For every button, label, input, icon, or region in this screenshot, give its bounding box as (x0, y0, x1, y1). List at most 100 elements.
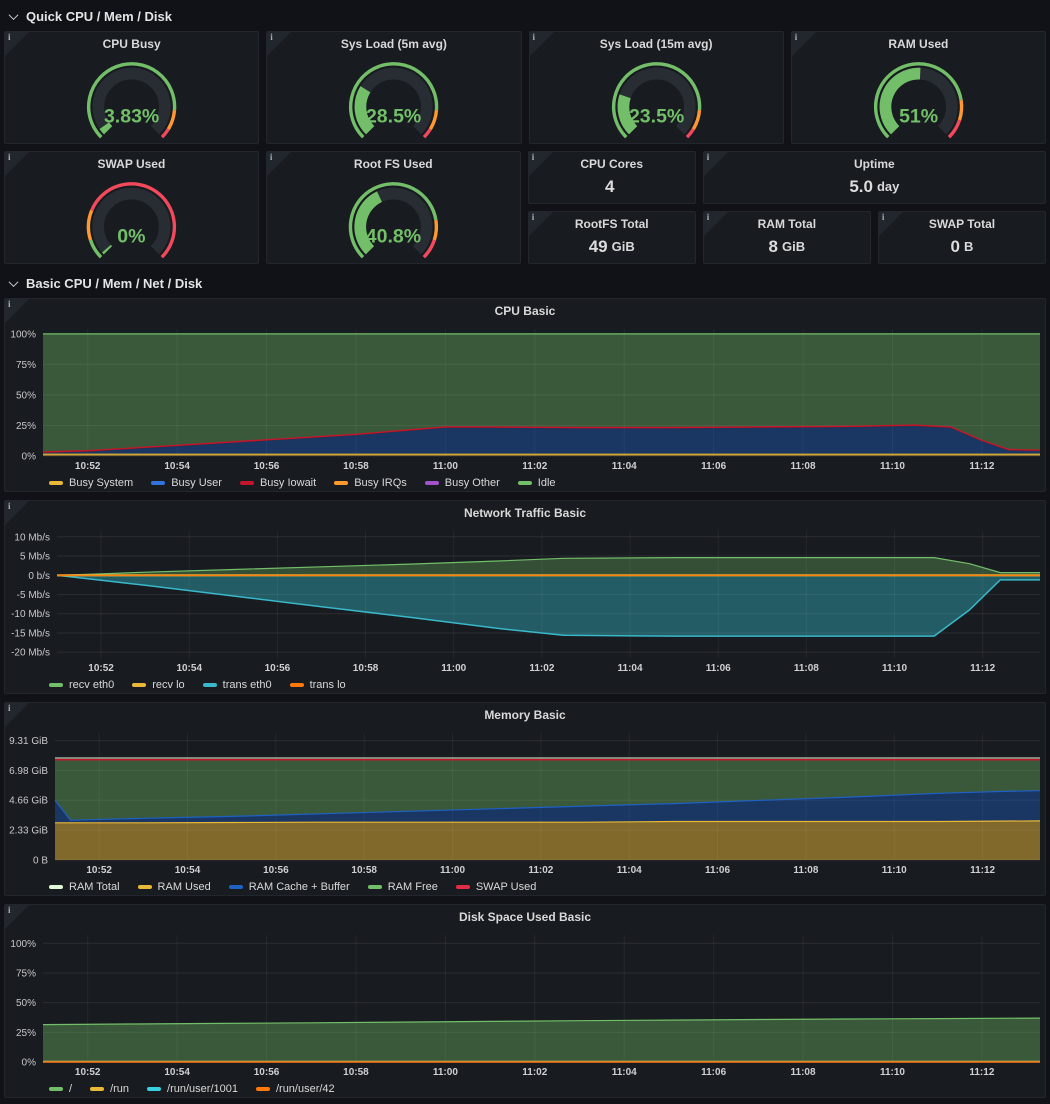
info-icon[interactable]: i (533, 32, 536, 42)
legend-item--run[interactable]: /run (90, 1083, 129, 1095)
panel-title[interactable]: RAM Total (704, 212, 870, 236)
panel-title[interactable]: CPU Basic (5, 299, 1045, 323)
network-traffic-chart[interactable]: 10 Mb/s5 Mb/s0 b/s-5 Mb/s-10 Mb/s-15 Mb/… (5, 525, 1045, 675)
x-axis-tick-label: 10:56 (254, 461, 280, 472)
legend-label: Busy Other (445, 477, 500, 489)
info-icon[interactable]: i (707, 212, 710, 222)
panel-title[interactable]: CPU Busy (5, 32, 258, 56)
y-axis-tick-label: 9.31 GiB (9, 736, 48, 747)
legend-item-ram-total[interactable]: RAM Total (49, 881, 120, 893)
x-axis-tick-label: 11:12 (969, 1067, 994, 1078)
x-axis-tick-label: 11:12 (970, 663, 995, 674)
series-area-ram-used (55, 821, 1040, 860)
panel-title[interactable]: Sys Load (15m avg) (530, 32, 783, 56)
info-icon[interactable]: i (8, 703, 11, 713)
legend-item-recv-lo[interactable]: recv lo (132, 679, 184, 691)
panel-title[interactable]: SWAP Total (879, 212, 1045, 236)
info-icon[interactable]: i (8, 905, 11, 915)
legend-swatch (49, 1087, 63, 1091)
panel-title[interactable]: Network Traffic Basic (5, 501, 1045, 525)
legend-item-ram-free[interactable]: RAM Free (368, 881, 438, 893)
panel-title[interactable]: RootFS Total (529, 212, 695, 236)
panel-swap-used: i SWAP Used 0% (4, 151, 259, 264)
info-icon[interactable]: i (795, 32, 798, 42)
section-header-quick[interactable]: Quick CPU / Mem / Disk (4, 4, 1046, 28)
panel-title[interactable]: RAM Used (792, 32, 1045, 56)
legend-item--run-user-1001[interactable]: /run/user/1001 (147, 1083, 238, 1095)
info-icon[interactable]: i (8, 501, 11, 511)
gauge-value-arc (106, 249, 107, 251)
info-icon[interactable]: i (270, 32, 273, 42)
legend-label: RAM Total (69, 881, 120, 893)
gauge-threshold-arc (88, 210, 91, 240)
x-axis-tick-label: 11:12 (969, 461, 994, 472)
x-axis-tick-label: 11:04 (612, 461, 637, 472)
info-icon[interactable]: i (532, 212, 535, 222)
panel-title[interactable]: CPU Cores (529, 152, 695, 176)
section-header-basic[interactable]: Basic CPU / Mem / Net / Disk (4, 271, 1046, 295)
series-area-- (43, 1018, 1040, 1062)
info-icon[interactable]: i (270, 152, 273, 162)
legend-swatch (49, 885, 63, 889)
info-icon[interactable]: i (8, 32, 11, 42)
info-icon[interactable]: i (707, 152, 710, 162)
section-title: Quick CPU / Mem / Disk (26, 9, 172, 24)
legend-item-busy-other[interactable]: Busy Other (425, 477, 500, 489)
legend-swatch (425, 481, 439, 485)
y-axis-tick-label: -5 Mb/s (17, 590, 50, 601)
y-axis-tick-label: 6.98 GiB (9, 766, 48, 777)
legend-item-busy-iowait[interactable]: Busy Iowait (240, 477, 316, 489)
legend-item-ram-used[interactable]: RAM Used (138, 881, 211, 893)
legend-item-idle[interactable]: Idle (518, 477, 556, 489)
legend-label: Busy IRQs (354, 477, 407, 489)
x-axis-tick-label: 10:52 (75, 1067, 101, 1078)
memory-basic-chart[interactable]: 0 B2.33 GiB4.66 GiB6.98 GiB9.31 GiB10:52… (5, 727, 1045, 877)
legend-label: /run (110, 1083, 129, 1095)
x-axis-tick-label: 11:02 (522, 461, 547, 472)
info-icon[interactable]: i (532, 152, 535, 162)
info-icon[interactable]: i (882, 212, 885, 222)
panel-title[interactable]: Disk Space Used Basic (5, 905, 1045, 929)
gauge-swap-used: 0% (5, 176, 258, 260)
legend-item-busy-system[interactable]: Busy System (49, 477, 133, 489)
panel-title[interactable]: Memory Basic (5, 703, 1045, 727)
legend-swatch (203, 683, 217, 687)
x-axis-tick-label: 11:12 (970, 865, 995, 876)
chevron-down-icon (9, 277, 19, 287)
legend-item-trans-lo[interactable]: trans lo (290, 679, 346, 691)
info-icon[interactable]: i (8, 299, 11, 309)
disk-space-chart[interactable]: 0%25%50%75%100%10:5210:5410:5610:5811:00… (5, 929, 1045, 1079)
x-axis-tick-label: 11:02 (528, 865, 553, 876)
disk-space-legend: / /run/run/user/1001/run/user/42 (5, 1079, 1045, 1098)
x-axis-tick-label: 11:08 (793, 865, 818, 876)
panel-title[interactable]: Root FS Used (267, 152, 520, 176)
gauge-threshold-arc (434, 220, 436, 240)
x-axis-tick-label: 11:02 (522, 1067, 547, 1078)
legend-label: Busy Iowait (260, 477, 316, 489)
info-icon[interactable]: i (8, 152, 11, 162)
gauge-value-text: 3.83% (104, 105, 159, 127)
panel-title[interactable]: SWAP Used (5, 152, 258, 176)
legend-item--run-user-42[interactable]: /run/user/42 (256, 1083, 335, 1095)
gauge-ram-used: 51% (792, 56, 1045, 140)
legend-item-busy-irqs[interactable]: Busy IRQs (334, 477, 407, 489)
panel-ram-total: i RAM Total 8GiB (703, 211, 871, 264)
legend-item--[interactable]: / (49, 1083, 72, 1095)
panel-title[interactable]: Uptime (704, 152, 1045, 176)
legend-label: / (69, 1083, 72, 1095)
legend-item-recv-eth0[interactable]: recv eth0 (49, 679, 114, 691)
legend-swatch (290, 683, 304, 687)
panel-title[interactable]: Sys Load (5m avg) (267, 32, 520, 56)
gauge-row-2: i SWAP Used 0% i Root FS Used 40.8% i CP… (4, 151, 1046, 264)
legend-item-ram-cache-buffer[interactable]: RAM Cache + Buffer (229, 881, 350, 893)
panel-cpu-busy: i CPU Busy 3.83% (4, 31, 259, 144)
legend-swatch (456, 885, 470, 889)
x-axis-tick-label: 10:54 (176, 663, 202, 674)
gauge-value-text: 51% (899, 105, 938, 127)
x-axis-tick-label: 11:10 (880, 461, 905, 472)
legend-item-busy-user[interactable]: Busy User (151, 477, 222, 489)
legend-item-trans-eth0[interactable]: trans eth0 (203, 679, 272, 691)
legend-item-swap-used[interactable]: SWAP Used (456, 881, 537, 893)
cpu-basic-chart[interactable]: 0%25%50%75%100%10:5210:5410:5610:5811:00… (5, 323, 1045, 473)
cpu-basic-legend: Busy System Busy User Busy Iowait Busy IRQs… (5, 473, 1045, 492)
